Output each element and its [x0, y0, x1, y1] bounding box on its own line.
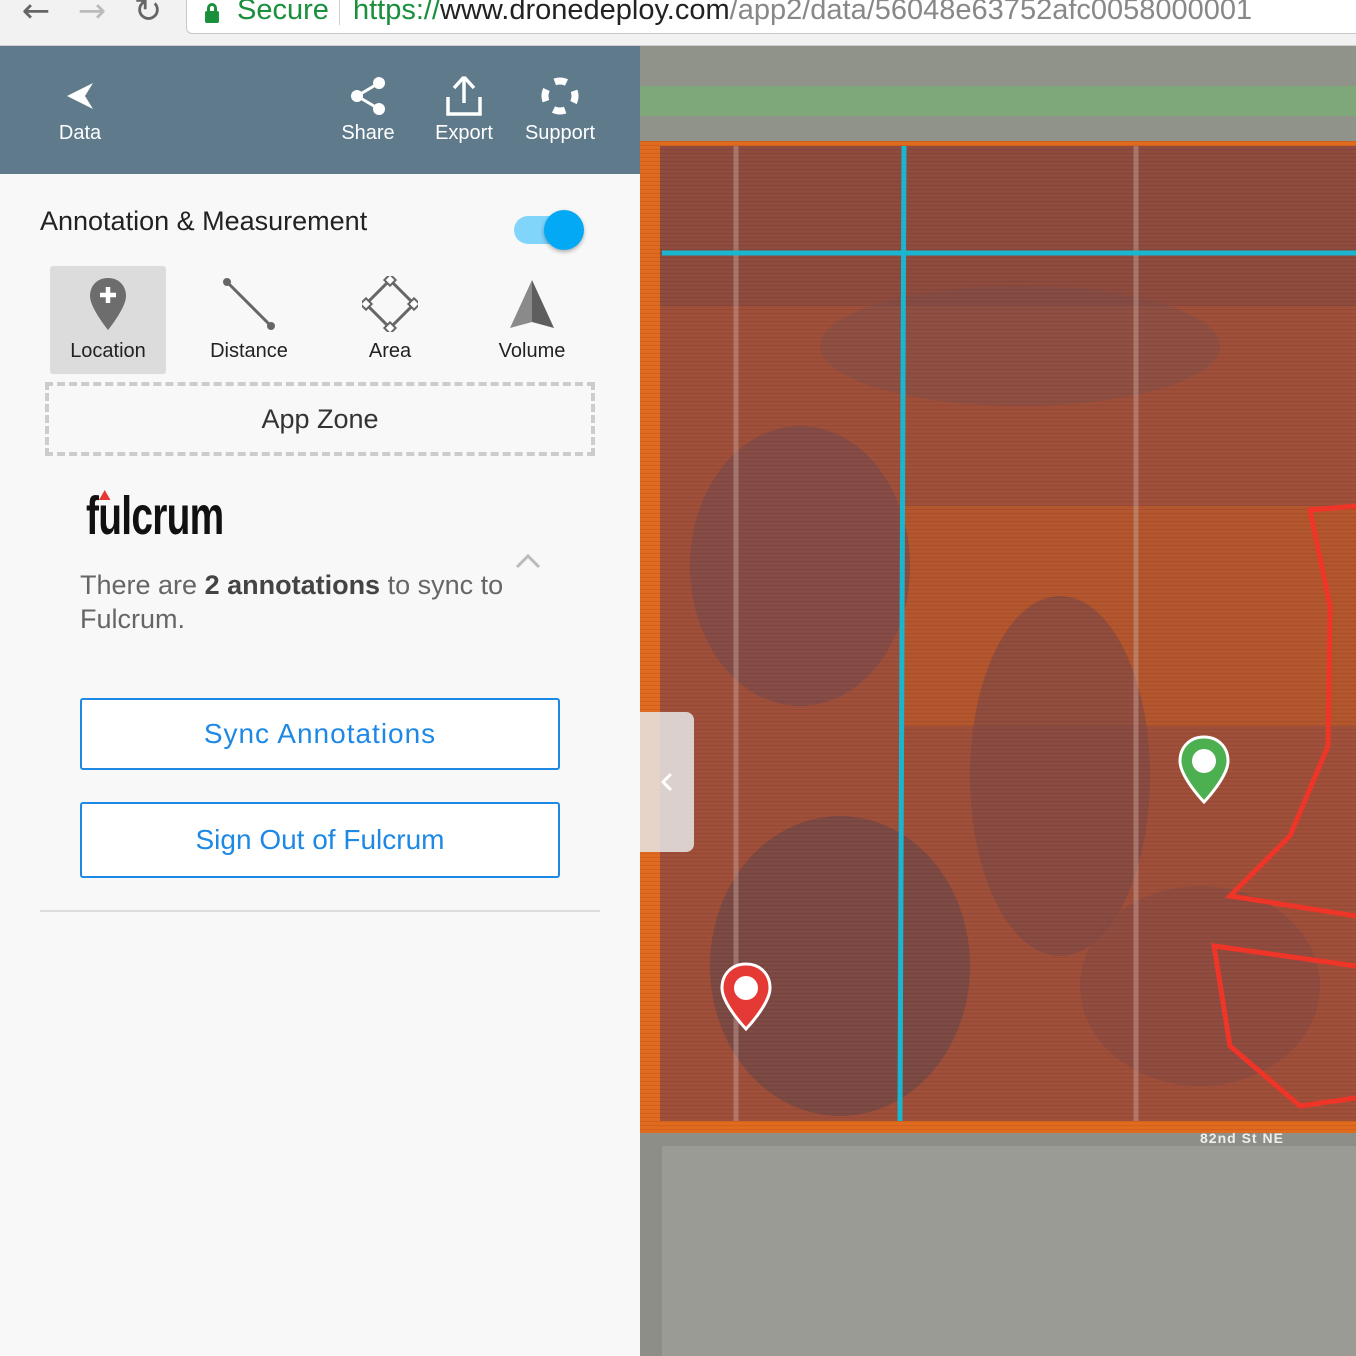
divider [40, 910, 600, 912]
tool-location-label: Location [70, 340, 146, 362]
back-label: Data [58, 122, 102, 144]
sync-message: There are 2 annotations to sync to Fulcr… [80, 570, 504, 634]
fulcrum-logo: fulcrum [86, 486, 224, 546]
map-view[interactable] [640, 46, 1356, 1356]
url-text: https://www.dronedeploy.com/app2/data/56… [353, 0, 1253, 26]
export-icon [419, 74, 509, 118]
share-label: Share [341, 122, 395, 144]
aerial-map-image [640, 46, 1356, 1356]
secure-label: Secure [237, 0, 329, 26]
map-pin-icon [720, 962, 772, 1032]
distance-icon [191, 266, 307, 332]
lock-icon [205, 3, 219, 23]
tool-area[interactable]: Area [332, 266, 448, 374]
browser-toolbar: ← → ↻ Secure https://www.dronedeploy.com… [0, 0, 1356, 46]
tool-volume[interactable]: Volume [474, 266, 590, 374]
chevron-left-icon [660, 772, 673, 792]
lifebuoy-icon [515, 74, 605, 118]
location-plus-icon [50, 266, 166, 332]
tool-location[interactable]: Location [50, 266, 166, 374]
annotation-toggle[interactable] [514, 210, 584, 250]
sign-out-fulcrum-button[interactable]: Sign Out of Fulcrum [80, 802, 560, 878]
address-bar[interactable]: Secure https://www.dronedeploy.com/app2/… [186, 0, 1356, 34]
app-zone: App Zone [45, 382, 595, 456]
sidebar-panel: Data Share Export Support Annotation & M… [0, 46, 640, 1356]
share-button[interactable]: Share [323, 74, 413, 145]
map-pin-red[interactable] [718, 961, 774, 1033]
collapse-sidebar-button[interactable] [640, 712, 694, 852]
url-separator [339, 0, 340, 25]
reload-icon[interactable]: ↻ [128, 0, 168, 28]
sidebar-topbar: Data Share Export Support [0, 46, 640, 174]
back-to-data-button[interactable]: Data [35, 74, 125, 145]
tool-distance-label: Distance [210, 340, 288, 362]
export-button[interactable]: Export [419, 74, 509, 145]
export-label: Export [435, 122, 493, 144]
road-label: 82nd St NE [1200, 1130, 1284, 1146]
map-pin-icon [1178, 735, 1230, 805]
volume-icon [474, 266, 590, 332]
tool-volume-label: Volume [498, 340, 566, 362]
support-label: Support [524, 122, 596, 144]
area-icon [332, 266, 448, 332]
tool-distance[interactable]: Distance [191, 266, 307, 374]
support-button[interactable]: Support [515, 74, 605, 145]
sync-annotations-button[interactable]: Sync Annotations [80, 698, 560, 770]
forward-arrow-icon[interactable]: → [72, 0, 112, 28]
annotation-section-title: Annotation & Measurement [40, 206, 368, 236]
back-arrow-icon [35, 74, 125, 118]
tool-area-label: Area [368, 340, 412, 362]
back-arrow-icon[interactable]: ← [16, 0, 56, 28]
map-pin-green[interactable] [1176, 734, 1232, 806]
share-icon [323, 74, 413, 118]
